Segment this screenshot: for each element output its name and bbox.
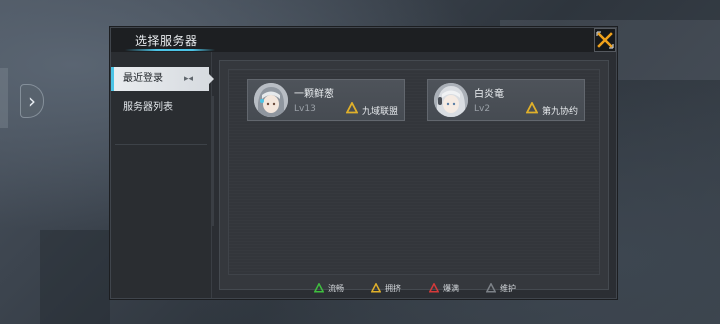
character-level: Lv13 (294, 104, 316, 114)
legend-label: 维护 (500, 283, 516, 293)
dialog-title: 选择服务器 (135, 34, 198, 48)
sidebar-scrollbar[interactable] (211, 96, 214, 226)
active-pointer-icon (209, 74, 214, 84)
sidebar-item-label: 服务器列表 (123, 102, 173, 113)
legend-item-smooth: 流畅 (314, 282, 344, 294)
server-name: 第九协约 (542, 107, 579, 117)
status-smooth-icon (314, 283, 324, 293)
character-avatar (254, 83, 288, 117)
character-name: 一颗鲜葱 (294, 89, 334, 100)
character-avatar (434, 83, 468, 117)
title-bar: 选择服务器 (111, 28, 616, 52)
status-busy-icon (526, 102, 538, 114)
side-drawer-tab[interactable] (0, 68, 8, 128)
title-accent-underline (125, 49, 215, 51)
character-portrait-icon (254, 83, 288, 117)
sidebar: 最近登录 ▸◂ 服务器列表 (111, 52, 214, 298)
server-card[interactable]: 白炎竜 Lv2 第九协约 (427, 79, 585, 121)
server-name: 九域联盟 (362, 107, 399, 117)
legend-label: 拥挤 (385, 283, 401, 293)
legend-item-full: 爆满 (429, 282, 459, 294)
sidebar-item-recent-login[interactable]: 最近登录 ▸◂ (111, 67, 214, 91)
server-select-dialog: 选择服务器 最近登录 ▸◂ 服务器列表 一颗鲜葱 Lv13 九域联盟 白炎竜 L… (110, 27, 617, 299)
speaker-icon: ▸◂ (183, 74, 193, 84)
status-full-icon (429, 283, 439, 293)
status-busy-icon (346, 102, 358, 114)
legend-item-maintenance: 维护 (486, 282, 516, 294)
status-busy-icon (371, 283, 381, 293)
sidebar-item-server-list[interactable]: 服务器列表 (111, 96, 209, 120)
sidebar-item-label: 最近登录 (123, 73, 163, 84)
close-button[interactable] (594, 28, 616, 52)
status-maintenance-icon (486, 283, 496, 293)
legend-label: 爆满 (443, 283, 459, 293)
character-name: 白炎竜 (474, 89, 504, 100)
chevron-right-icon: › (28, 89, 36, 113)
legend-label: 流畅 (328, 283, 344, 293)
close-icon (596, 31, 614, 49)
sidebar-divider (115, 144, 207, 145)
character-portrait-icon (434, 83, 468, 117)
character-level: Lv2 (474, 104, 491, 114)
legend-item-crowded: 拥挤 (371, 282, 401, 294)
server-card[interactable]: 一颗鲜葱 Lv13 九域联盟 (247, 79, 405, 121)
